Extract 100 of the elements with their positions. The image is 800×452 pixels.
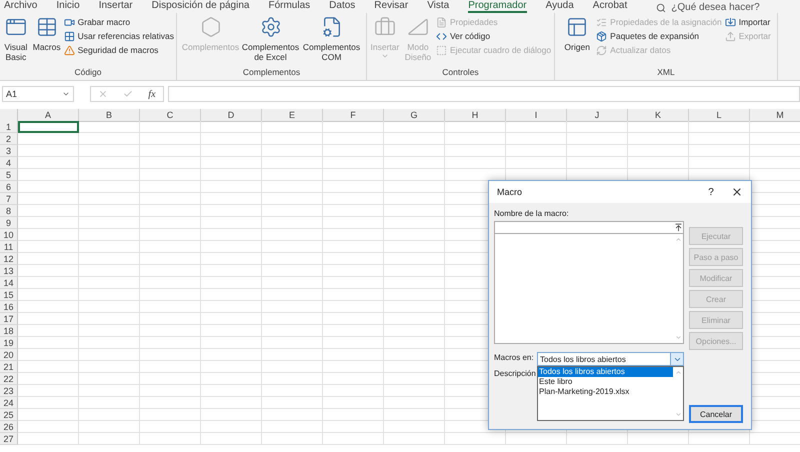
grid-cell[interactable] bbox=[140, 421, 201, 433]
column-header[interactable]: E bbox=[262, 109, 323, 122]
grid-cell[interactable] bbox=[18, 385, 79, 397]
scroll-down-icon[interactable] bbox=[674, 334, 682, 341]
grid-cell[interactable] bbox=[140, 145, 201, 157]
grid-cell[interactable] bbox=[567, 133, 628, 145]
grid-cell[interactable] bbox=[79, 193, 140, 205]
ribbon-button[interactable]: Origen bbox=[561, 16, 594, 67]
grid-cell[interactable] bbox=[567, 121, 628, 133]
grid-cell[interactable] bbox=[18, 181, 79, 193]
grid-cell[interactable] bbox=[201, 385, 262, 397]
ribbon-tab[interactable]: Revisar bbox=[374, 0, 408, 13]
grid-cell[interactable] bbox=[79, 313, 140, 325]
grid-cell[interactable] bbox=[323, 193, 384, 205]
row-header[interactable]: 6 bbox=[0, 181, 18, 193]
row-header[interactable]: 11 bbox=[0, 241, 18, 253]
grid-cell[interactable] bbox=[201, 409, 262, 421]
grid-cell[interactable] bbox=[384, 169, 445, 181]
row-header[interactable]: 17 bbox=[0, 313, 18, 325]
grid-cell[interactable] bbox=[262, 289, 323, 301]
grid-cell[interactable] bbox=[323, 289, 384, 301]
grid-cell[interactable] bbox=[262, 241, 323, 253]
grid-cell[interactable] bbox=[79, 169, 140, 181]
row-header[interactable]: 9 bbox=[0, 217, 18, 229]
grid-cell[interactable] bbox=[628, 157, 689, 169]
grid-cell[interactable] bbox=[79, 121, 140, 133]
row-header[interactable]: 3 bbox=[0, 145, 18, 157]
row-header[interactable]: 5 bbox=[0, 169, 18, 181]
grid-cell[interactable] bbox=[384, 349, 445, 361]
grid-cell[interactable] bbox=[262, 145, 323, 157]
grid-cell[interactable] bbox=[201, 313, 262, 325]
row-header[interactable]: 26 bbox=[0, 421, 18, 433]
grid-cell[interactable] bbox=[384, 205, 445, 217]
column-header[interactable]: G bbox=[384, 109, 445, 122]
grid-cell[interactable] bbox=[628, 133, 689, 145]
ribbon-button[interactable]: Complementos COM bbox=[302, 16, 360, 67]
row-header[interactable]: 19 bbox=[0, 337, 18, 349]
grid-cell[interactable] bbox=[140, 193, 201, 205]
grid-cell[interactable] bbox=[201, 121, 262, 133]
grid-cell[interactable] bbox=[201, 157, 262, 169]
grid-cell[interactable] bbox=[628, 433, 689, 445]
grid-cell[interactable] bbox=[79, 361, 140, 373]
grid-cell[interactable] bbox=[323, 337, 384, 349]
grid-cell[interactable] bbox=[79, 325, 140, 337]
grid-cell[interactable] bbox=[384, 409, 445, 421]
row-header[interactable]: 12 bbox=[0, 253, 18, 265]
grid-cell[interactable] bbox=[262, 277, 323, 289]
ribbon-button[interactable]: Paquetes de expansión bbox=[596, 31, 722, 42]
grid-cell[interactable] bbox=[323, 121, 384, 133]
select-all-corner[interactable] bbox=[0, 109, 18, 122]
grid-cell[interactable] bbox=[201, 133, 262, 145]
grid-cell[interactable] bbox=[79, 181, 140, 193]
row-header[interactable]: 8 bbox=[0, 205, 18, 217]
ribbon-button[interactable]: Complementos de Excel bbox=[242, 16, 300, 67]
grid-cell[interactable] bbox=[384, 301, 445, 313]
grid-cell[interactable] bbox=[262, 181, 323, 193]
grid-cell[interactable] bbox=[323, 157, 384, 169]
grid-cell[interactable] bbox=[140, 373, 201, 385]
grid-cell[interactable] bbox=[79, 133, 140, 145]
dropdown-option[interactable]: Este libro bbox=[538, 377, 673, 387]
grid-cell[interactable] bbox=[79, 205, 140, 217]
grid-cell[interactable] bbox=[140, 253, 201, 265]
grid-cell[interactable] bbox=[201, 337, 262, 349]
grid-cell[interactable] bbox=[384, 229, 445, 241]
grid-cell[interactable] bbox=[323, 397, 384, 409]
grid-cell[interactable] bbox=[262, 361, 323, 373]
grid-cell[interactable] bbox=[79, 421, 140, 433]
scroll-down-icon[interactable] bbox=[674, 411, 682, 418]
column-header[interactable]: M bbox=[750, 109, 800, 122]
ribbon-tab[interactable]: Disposición de página bbox=[152, 0, 250, 13]
grid-cell[interactable] bbox=[262, 217, 323, 229]
grid-cell[interactable] bbox=[79, 433, 140, 445]
grid-cell[interactable] bbox=[201, 325, 262, 337]
ribbon-tab[interactable]: Ayuda bbox=[546, 0, 574, 13]
grid-cell[interactable] bbox=[323, 133, 384, 145]
active-cell[interactable] bbox=[18, 121, 79, 133]
grid-cell[interactable] bbox=[201, 253, 262, 265]
grid-cell[interactable] bbox=[18, 145, 79, 157]
column-header[interactable]: C bbox=[140, 109, 201, 122]
grid-cell[interactable] bbox=[140, 433, 201, 445]
column-header[interactable]: L bbox=[689, 109, 750, 122]
formula-input[interactable] bbox=[168, 86, 800, 102]
grid-cell[interactable] bbox=[323, 145, 384, 157]
row-header[interactable]: 18 bbox=[0, 325, 18, 337]
grid-cell[interactable] bbox=[18, 241, 79, 253]
grid-cell[interactable] bbox=[323, 217, 384, 229]
grid-cell[interactable] bbox=[262, 385, 323, 397]
grid-cell[interactable] bbox=[18, 229, 79, 241]
grid-cell[interactable] bbox=[262, 301, 323, 313]
ribbon-button[interactable]: Seguridad de macros bbox=[64, 45, 174, 56]
row-header[interactable]: 27 bbox=[0, 433, 18, 445]
macro-name-field[interactable] bbox=[494, 221, 684, 234]
grid-cell[interactable] bbox=[262, 205, 323, 217]
grid-cell[interactable] bbox=[140, 205, 201, 217]
grid-cell[interactable] bbox=[140, 313, 201, 325]
grid-cell[interactable] bbox=[323, 169, 384, 181]
grid-cell[interactable] bbox=[262, 265, 323, 277]
grid-cell[interactable] bbox=[628, 121, 689, 133]
grid-cell[interactable] bbox=[79, 409, 140, 421]
grid-cell[interactable] bbox=[140, 241, 201, 253]
